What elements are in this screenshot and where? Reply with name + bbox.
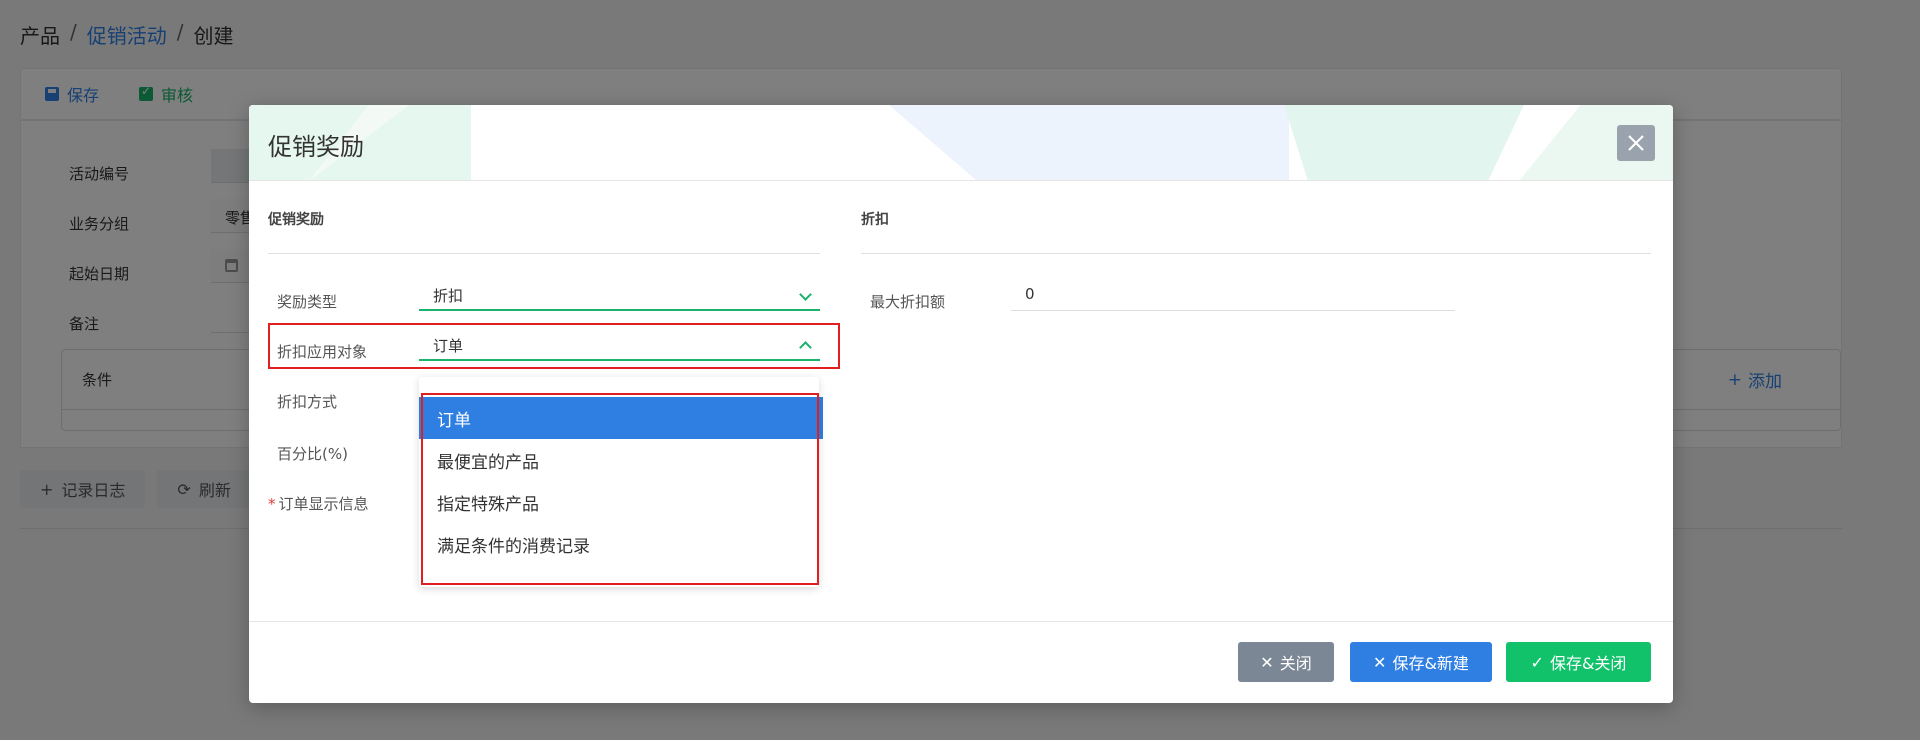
x-icon: ✕ bbox=[1260, 652, 1274, 672]
reward-modal: 促销奖励 促销奖励 折扣 奖励类型 折扣 折扣应用对象 订单 折扣方式 百分比(… bbox=[249, 105, 1673, 703]
max-discount-value: 0 bbox=[1025, 285, 1035, 303]
percent-label: 百分比(%) bbox=[277, 445, 348, 463]
check-icon: ✓ bbox=[1530, 652, 1544, 672]
order-display-label: * 订单显示信息 bbox=[268, 495, 369, 513]
x-icon: ✕ bbox=[1373, 652, 1387, 672]
max-discount-input[interactable]: 0 bbox=[1011, 277, 1455, 311]
discount-section-title: 折扣 bbox=[861, 212, 889, 228]
header-decoration bbox=[889, 105, 1289, 180]
highlight-box bbox=[421, 393, 819, 585]
modal-header: 促销奖励 bbox=[249, 105, 1673, 181]
close-icon bbox=[1628, 135, 1644, 151]
close-button[interactable] bbox=[1617, 125, 1655, 161]
save-close-label: 保存&关闭 bbox=[1549, 654, 1627, 673]
discount-method-label: 折扣方式 bbox=[277, 393, 338, 411]
section-divider bbox=[861, 253, 1651, 254]
max-discount-label: 最大折扣额 bbox=[870, 293, 946, 311]
reward-type-label: 奖励类型 bbox=[277, 293, 338, 311]
modal-footer: ✕ 关闭 ✕ 保存&新建 ✓ 保存&关闭 bbox=[249, 621, 1673, 703]
discount-method-field-edge bbox=[819, 397, 823, 439]
required-marker: * bbox=[268, 495, 276, 513]
close-label: 关闭 bbox=[1279, 654, 1312, 673]
header-decoration bbox=[1284, 105, 1524, 180]
modal-title: 促销奖励 bbox=[268, 133, 364, 161]
save-new-label: 保存&新建 bbox=[1392, 654, 1469, 673]
highlight-box bbox=[268, 323, 840, 369]
chevron-down-icon bbox=[799, 288, 812, 301]
section-divider bbox=[268, 253, 820, 254]
save-new-button[interactable]: ✕ 保存&新建 bbox=[1350, 642, 1492, 682]
save-close-button[interactable]: ✓ 保存&关闭 bbox=[1506, 642, 1651, 682]
close-modal-button[interactable]: ✕ 关闭 bbox=[1238, 642, 1334, 682]
reward-type-value: 折扣 bbox=[433, 287, 464, 305]
reward-section-title: 促销奖励 bbox=[268, 212, 324, 228]
reward-type-select[interactable]: 折扣 bbox=[419, 277, 820, 311]
